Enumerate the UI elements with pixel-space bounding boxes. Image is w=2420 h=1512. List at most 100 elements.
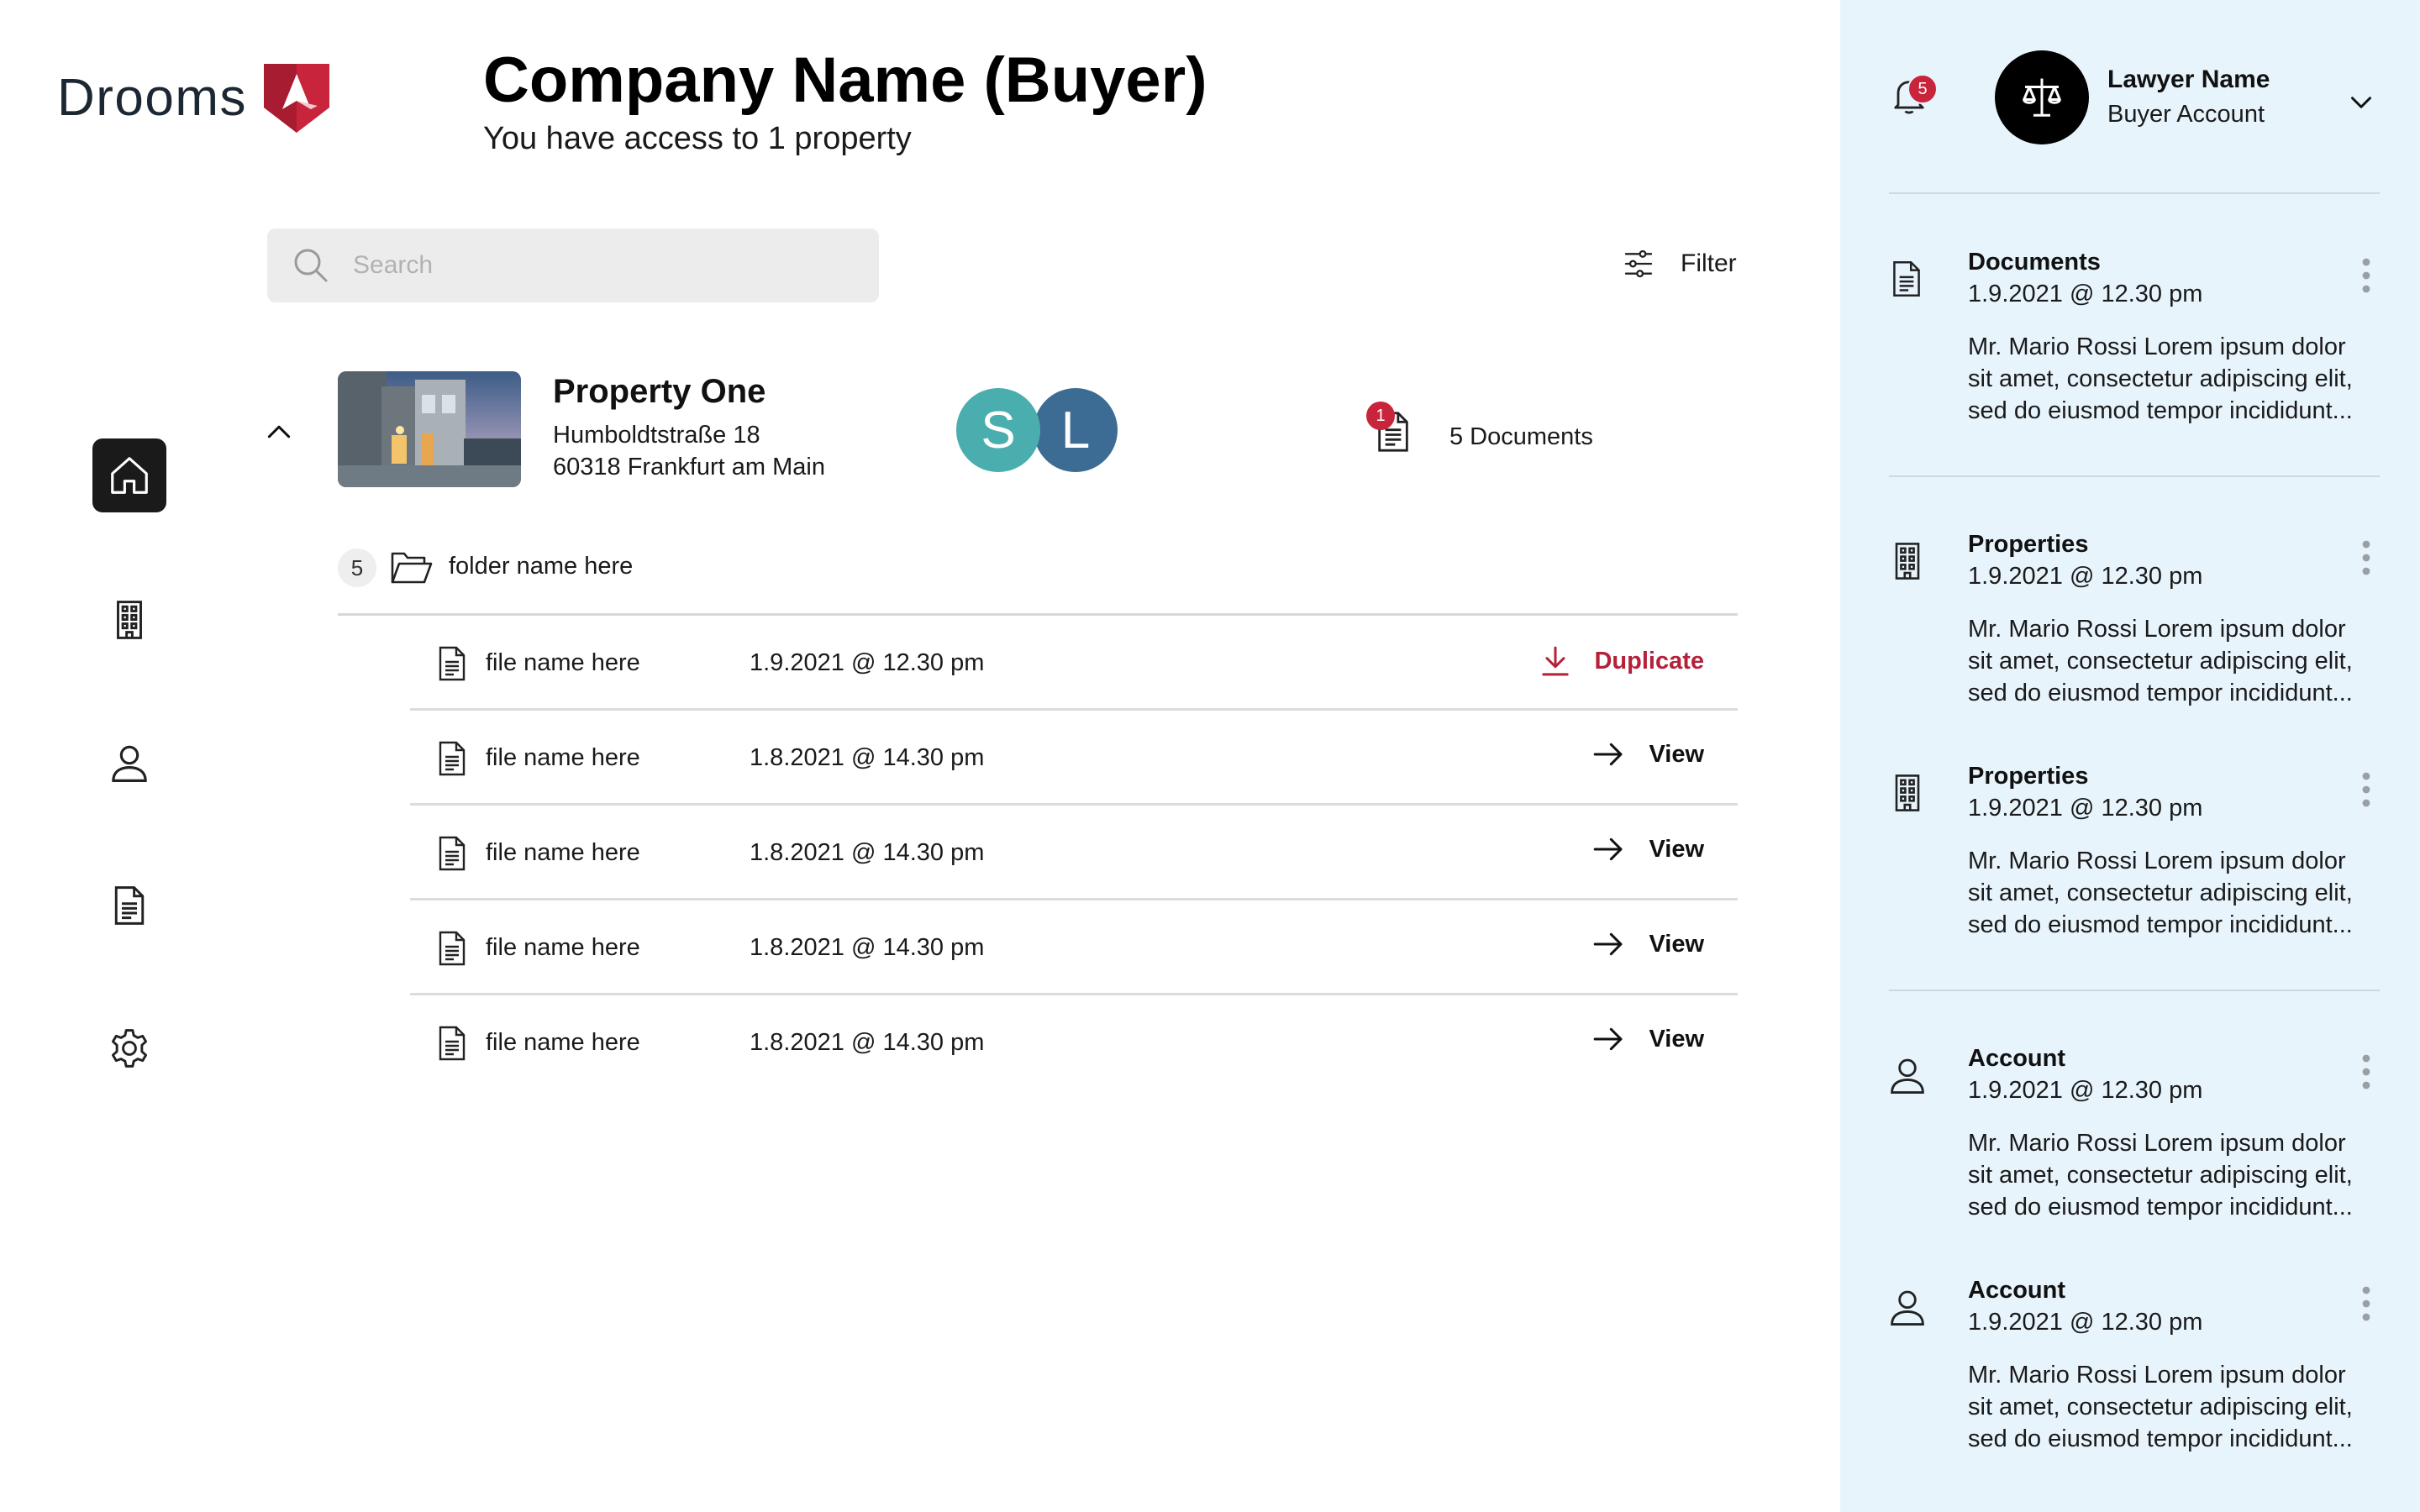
file-date: 1.8.2021 @ 14.30 pm bbox=[750, 1029, 985, 1056]
notification-body: Mr. Mario Rossi Lorem ipsum dolor sit am… bbox=[1968, 1362, 2353, 1452]
user-icon bbox=[1891, 1290, 1924, 1326]
panel-divider bbox=[1889, 192, 2380, 194]
folder-item-count: 5 bbox=[338, 549, 376, 587]
kebab-menu-icon bbox=[2362, 1286, 2370, 1321]
panel-divider bbox=[1889, 475, 2380, 477]
folder-name[interactable]: folder name here bbox=[449, 553, 633, 580]
view-button[interactable]: View bbox=[1590, 927, 1704, 961]
property-thumbnail[interactable] bbox=[338, 371, 521, 487]
nav-properties[interactable] bbox=[92, 583, 166, 657]
logo-text: Drooms bbox=[57, 69, 248, 127]
arrow-right-icon bbox=[1594, 932, 1623, 956]
file-row[interactable]: file name here 1.8.2021 @ 14.30 pm View bbox=[410, 900, 1738, 995]
notification-title: Properties bbox=[1968, 763, 2089, 790]
download-icon bbox=[1542, 646, 1570, 676]
drooms-logo[interactable]: Drooms bbox=[57, 60, 334, 136]
file-name[interactable]: file name here bbox=[486, 649, 640, 677]
logo-shield-icon bbox=[259, 60, 334, 136]
kebab-menu-icon bbox=[2362, 540, 2370, 575]
notification-title: Properties bbox=[1968, 531, 2089, 558]
notification-body: Mr. Mario Rossi Lorem ipsum dolor sit am… bbox=[1968, 333, 2353, 424]
file-icon bbox=[439, 646, 466, 681]
page-subtitle: You have access to 1 property bbox=[483, 121, 912, 156]
view-button[interactable]: View bbox=[1590, 1022, 1704, 1056]
arrow-right-icon bbox=[1594, 837, 1623, 861]
notification-date: 1.9.2021 @ 12.30 pm bbox=[1968, 795, 2203, 822]
nav-settings[interactable] bbox=[92, 1011, 166, 1085]
notification-title: Account bbox=[1968, 1277, 2065, 1304]
view-button[interactable]: View bbox=[1590, 832, 1704, 866]
chevron-up-icon bbox=[267, 425, 291, 438]
account-menu-toggle[interactable] bbox=[2346, 87, 2376, 118]
nav-account[interactable] bbox=[92, 726, 166, 800]
arrow-right-icon bbox=[1594, 1027, 1623, 1051]
filter-button[interactable]: Filter bbox=[1622, 247, 1737, 281]
member-avatar-s[interactable]: S bbox=[956, 388, 1040, 472]
property-address-line1: Humboldtstraße 18 bbox=[553, 422, 760, 449]
view-button[interactable]: View bbox=[1590, 738, 1704, 771]
search-box[interactable] bbox=[267, 228, 879, 302]
collapse-chevron-button[interactable] bbox=[262, 415, 296, 449]
file-name[interactable]: file name here bbox=[486, 1029, 640, 1057]
notification-title: Documents bbox=[1968, 249, 2101, 276]
property-address-line2: 60318 Frankfurt am Main bbox=[553, 454, 825, 480]
kebab-menu-icon bbox=[2362, 258, 2370, 293]
notification-date: 1.9.2021 @ 12.30 pm bbox=[1968, 281, 2203, 307]
arrow-right-icon bbox=[1594, 743, 1623, 766]
notification-body: Mr. Mario Rossi Lorem ipsum dolor sit am… bbox=[1968, 1130, 2353, 1221]
documents-count-label[interactable]: 5 Documents bbox=[1449, 423, 1593, 451]
nav-documents[interactable] bbox=[92, 869, 166, 942]
view-label: View bbox=[1649, 1025, 1704, 1053]
member-avatar-l[interactable]: L bbox=[1034, 388, 1118, 472]
user-avatar[interactable] bbox=[1995, 50, 2089, 144]
file-date: 1.8.2021 @ 14.30 pm bbox=[750, 839, 985, 866]
file-icon bbox=[439, 1026, 466, 1061]
file-name[interactable]: file name here bbox=[486, 839, 640, 867]
kebab-menu-icon bbox=[2362, 1054, 2370, 1089]
file-date: 1.9.2021 @ 12.30 pm bbox=[750, 649, 985, 676]
building-icon bbox=[117, 601, 142, 639]
file-row[interactable]: file name here 1.8.2021 @ 14.30 pm View bbox=[410, 806, 1738, 900]
file-icon bbox=[439, 931, 466, 966]
file-row[interactable]: file name here 1.8.2021 @ 14.30 pm View bbox=[410, 711, 1738, 806]
search-icon bbox=[294, 249, 328, 282]
duplicate-button[interactable]: Duplicate bbox=[1539, 643, 1704, 680]
file-name[interactable]: file name here bbox=[486, 934, 640, 962]
panel-divider bbox=[1889, 990, 2380, 991]
home-icon bbox=[111, 457, 148, 494]
document-icon bbox=[114, 886, 145, 925]
view-label: View bbox=[1649, 740, 1704, 768]
notification-title: Account bbox=[1968, 1045, 2065, 1072]
notification-date: 1.9.2021 @ 12.30 pm bbox=[1968, 1309, 2203, 1336]
more-options-button[interactable] bbox=[2360, 771, 2373, 808]
chevron-down-icon bbox=[2351, 97, 2371, 108]
property-name[interactable]: Property One bbox=[553, 373, 765, 411]
user-icon bbox=[1891, 1058, 1924, 1094]
building-icon bbox=[1895, 543, 1920, 580]
folder-open-icon[interactable] bbox=[390, 548, 434, 588]
document-icon bbox=[1893, 260, 1920, 297]
search-input[interactable] bbox=[353, 251, 857, 280]
more-options-button[interactable] bbox=[2360, 257, 2373, 294]
file-icon bbox=[439, 741, 466, 776]
notification-body: Mr. Mario Rossi Lorem ipsum dolor sit am… bbox=[1968, 616, 2353, 706]
notification-count-badge: 5 bbox=[1907, 74, 1938, 104]
nav-home[interactable] bbox=[92, 438, 166, 512]
notification-date: 1.9.2021 @ 12.30 pm bbox=[1968, 1077, 2203, 1104]
view-label: View bbox=[1649, 930, 1704, 958]
user-icon bbox=[112, 745, 147, 782]
more-options-button[interactable] bbox=[2360, 1285, 2373, 1322]
user-role: Buyer Account bbox=[2107, 101, 2265, 128]
scales-icon bbox=[2023, 78, 2061, 117]
notification-body: Mr. Mario Rossi Lorem ipsum dolor sit am… bbox=[1968, 848, 2353, 938]
more-options-button[interactable] bbox=[2360, 539, 2373, 576]
sliders-icon bbox=[1624, 249, 1653, 278]
file-name[interactable]: file name here bbox=[486, 744, 640, 772]
file-row[interactable]: file name here 1.9.2021 @ 12.30 pm Dupli… bbox=[410, 616, 1738, 711]
user-name[interactable]: Lawyer Name bbox=[2107, 66, 2270, 94]
file-row[interactable]: file name here 1.8.2021 @ 14.30 pm View bbox=[410, 995, 1738, 1090]
filter-label: Filter bbox=[1681, 249, 1737, 277]
more-options-button[interactable] bbox=[2360, 1053, 2373, 1090]
building-icon bbox=[1895, 774, 1920, 811]
view-label: View bbox=[1649, 835, 1704, 863]
